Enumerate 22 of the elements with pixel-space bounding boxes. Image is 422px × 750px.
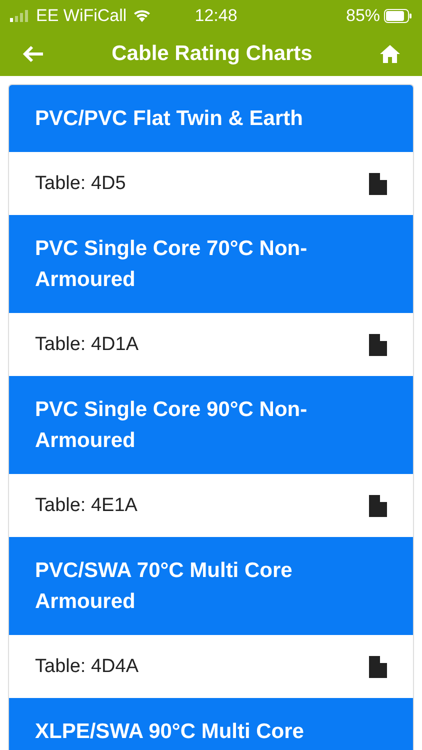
document-icon xyxy=(369,334,387,356)
battery-icon xyxy=(384,8,412,23)
table-label: Table: 4E1A xyxy=(35,494,138,517)
document-icon xyxy=(369,494,387,517)
category-title: PVC/SWA 70°C Multi Core Armoured xyxy=(35,558,294,616)
back-arrow-icon xyxy=(22,44,44,63)
category-title: PVC/PVC Flat Twin & Earth xyxy=(35,106,304,132)
signal-icon xyxy=(10,10,30,22)
category-title: PVC Single Core 70°C Non-Armoured xyxy=(35,236,308,294)
table-label: Table: 4D4A xyxy=(35,656,139,678)
document-icon xyxy=(369,656,387,678)
carrier-label: EE WiFiCall xyxy=(36,6,127,26)
clock-time: 12:48 xyxy=(194,6,238,26)
document-icon xyxy=(369,172,387,195)
page-title: Cable Rating Charts xyxy=(110,42,314,66)
wifi-icon xyxy=(132,9,151,22)
home-icon xyxy=(380,44,400,63)
table-label: Table: 4D5 xyxy=(35,172,126,195)
table-label: Table: 4D1A xyxy=(35,334,139,356)
category-title: PVC Single Core 90°C Non-Armoured xyxy=(35,397,308,454)
category-title: XLPE/SWA 90°C Multi Core xyxy=(35,719,305,746)
battery-percent: 85% xyxy=(346,6,380,26)
